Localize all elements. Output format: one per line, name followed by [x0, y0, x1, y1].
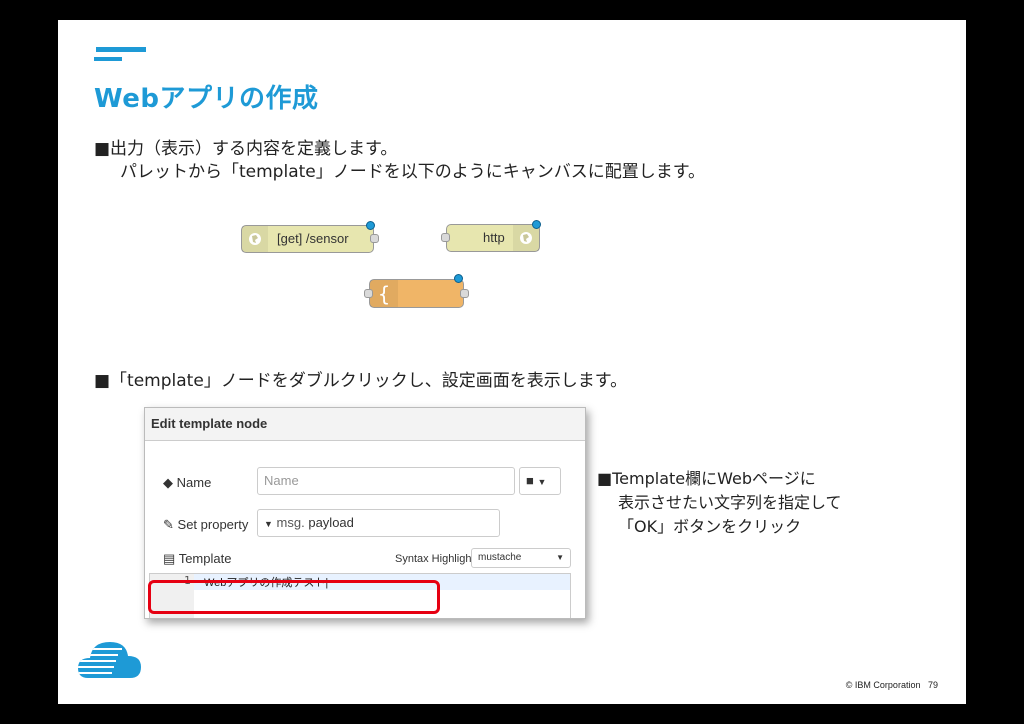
set-property-label: ✎ Set property: [163, 517, 248, 533]
bullet-1-line-2: パレットから「template」ノードを以下のようにキャンバスに配置します。: [120, 162, 706, 182]
slide: Webアプリの作成 ■出力（表示）する内容を定義します。 パレットから「temp…: [58, 20, 966, 704]
slide-title: Webアプリの作成: [94, 84, 319, 114]
footer-copyright: © IBM Corporation: [845, 680, 921, 690]
caret-down-icon: ▼: [264, 519, 273, 529]
changed-indicator: [532, 220, 541, 229]
input-port[interactable]: [364, 289, 373, 298]
note-line-1: ■Template欄にWebページに: [597, 469, 816, 488]
http-in-node-label: [get] /sensor: [277, 231, 349, 246]
output-port[interactable]: [460, 289, 469, 298]
template-label: ▤ Template: [163, 551, 231, 567]
syntax-select[interactable]: mustache ▼: [471, 548, 571, 568]
changed-indicator: [366, 221, 375, 230]
tag-icon: ◆: [163, 475, 173, 490]
node-library-button[interactable]: ■ ▼: [519, 467, 561, 495]
name-label: ◆ Name: [163, 475, 211, 491]
http-in-node[interactable]: [get] /sensor: [241, 221, 379, 253]
page-number: 79: [927, 680, 938, 690]
syntax-highlight-label: Syntax Highlight:: [395, 553, 478, 565]
book-icon: ■: [526, 473, 534, 488]
output-port[interactable]: [370, 234, 379, 243]
bullet-1-line-1: ■出力（表示）する内容を定義します。: [94, 139, 398, 159]
cloud-logo: [78, 634, 142, 690]
note-line-3: 「OK」ボタンをクリック: [618, 517, 802, 536]
name-input[interactable]: Name: [257, 467, 515, 495]
caret-down-icon: ▼: [537, 477, 547, 487]
changed-indicator: [454, 274, 463, 283]
property-prefix: msg.: [276, 515, 305, 530]
http-response-node-label: http: [483, 230, 505, 245]
syntax-select-value: mustache: [478, 552, 522, 563]
property-input[interactable]: ▼ msg. payload: [257, 509, 500, 537]
note-line-2: 表示させたい文字列を指定して: [618, 493, 842, 512]
template-node[interactable]: {: [364, 274, 469, 308]
footer: © IBM Corporation 79: [846, 680, 938, 690]
edit-icon: ✎: [163, 517, 174, 532]
set-property-label-text: Set property: [177, 517, 249, 532]
title-accent-bar: [96, 47, 146, 52]
dialog-title: Edit template node: [145, 408, 585, 441]
property-value: payload: [308, 515, 354, 530]
name-label-text: Name: [176, 475, 212, 490]
http-response-node[interactable]: http: [441, 220, 541, 252]
template-icon: {: [370, 280, 398, 307]
caret-down-icon: ▼: [556, 553, 564, 562]
input-port[interactable]: [441, 233, 450, 242]
title-accent-bar-short: [94, 57, 122, 61]
template-label-text: Template: [178, 551, 232, 566]
file-icon: ▤: [163, 551, 176, 566]
highlight-box: [148, 580, 440, 614]
bullet-2: ■「template」ノードをダブルクリックし、設定画面を表示します。: [94, 371, 628, 391]
globe-icon: [242, 226, 268, 252]
